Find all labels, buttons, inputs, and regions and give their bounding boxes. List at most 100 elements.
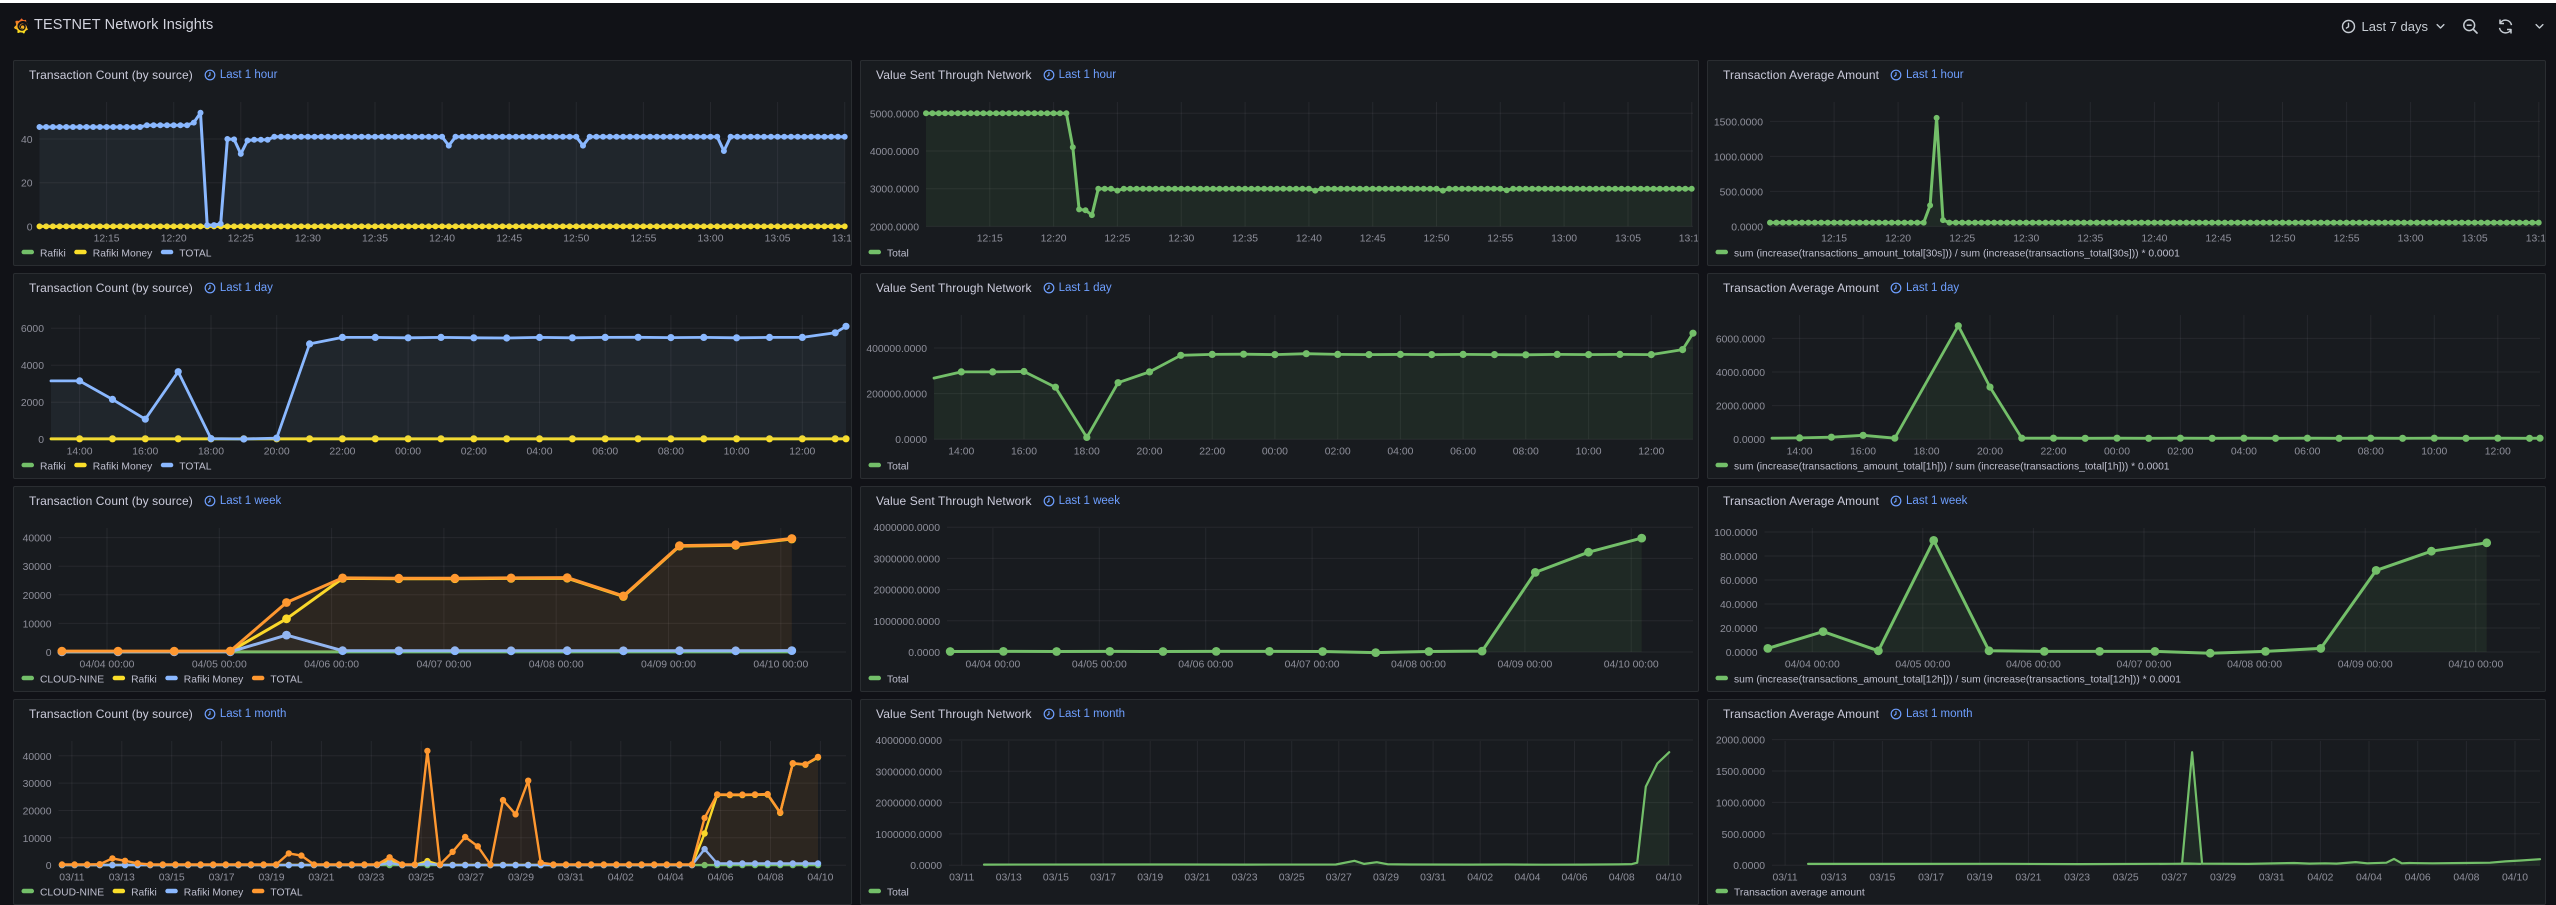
svg-text:12:25: 12:25 <box>1104 234 1130 245</box>
svg-text:12:30: 12:30 <box>295 234 321 245</box>
svg-text:Rafiki Money: Rafiki Money <box>93 462 153 473</box>
svg-text:03/31: 03/31 <box>2259 873 2285 884</box>
svg-text:04/10 00:00: 04/10 00:00 <box>753 660 808 671</box>
svg-text:2000000.0000: 2000000.0000 <box>874 586 941 597</box>
svg-text:4000000.0000: 4000000.0000 <box>874 523 941 534</box>
svg-text:3000000.0000: 3000000.0000 <box>874 554 941 565</box>
svg-text:Total: Total <box>887 462 909 473</box>
svg-text:03/19: 03/19 <box>258 873 284 884</box>
svg-text:04/10 00:00: 04/10 00:00 <box>1604 660 1659 671</box>
svg-text:Rafiki: Rafiki <box>40 249 66 260</box>
svg-text:03/19: 03/19 <box>1967 873 1993 884</box>
svg-text:03/27: 03/27 <box>1326 873 1352 884</box>
svg-text:12:40: 12:40 <box>1296 234 1322 245</box>
svg-text:03/31: 03/31 <box>1420 873 1446 884</box>
svg-text:13:05: 13:05 <box>765 234 791 245</box>
svg-text:06:00: 06:00 <box>2294 447 2320 458</box>
svg-text:500.0000: 500.0000 <box>1720 187 1764 198</box>
svg-text:CLOUD-NINE: CLOUD-NINE <box>40 888 104 899</box>
svg-text:03/23: 03/23 <box>1231 873 1257 884</box>
svg-text:TOTAL: TOTAL <box>270 675 303 686</box>
svg-text:0.0000: 0.0000 <box>1731 222 1763 233</box>
svg-text:20:00: 20:00 <box>1136 447 1162 458</box>
svg-text:3000000.0000: 3000000.0000 <box>876 767 943 778</box>
svg-text:12:15: 12:15 <box>977 234 1003 245</box>
svg-text:18:00: 18:00 <box>198 447 224 458</box>
svg-text:0.0000: 0.0000 <box>1733 435 1765 446</box>
svg-text:12:45: 12:45 <box>1360 234 1386 245</box>
svg-text:03/15: 03/15 <box>159 873 185 884</box>
svg-text:0.0000: 0.0000 <box>1733 861 1765 872</box>
svg-text:12:45: 12:45 <box>2205 234 2231 245</box>
svg-text:04/06: 04/06 <box>708 873 734 884</box>
svg-text:12:55: 12:55 <box>2334 234 2360 245</box>
svg-text:04/08 00:00: 04/08 00:00 <box>529 660 584 671</box>
svg-text:04/10: 04/10 <box>2502 873 2528 884</box>
svg-text:13:05: 13:05 <box>1615 234 1641 245</box>
svg-text:03/27: 03/27 <box>2161 873 2187 884</box>
svg-text:13:00: 13:00 <box>697 234 723 245</box>
svg-text:14:00: 14:00 <box>67 447 93 458</box>
svg-text:Rafiki Money: Rafiki Money <box>184 675 244 686</box>
svg-text:2000.0000: 2000.0000 <box>1716 402 1765 413</box>
svg-text:18:00: 18:00 <box>1914 447 1940 458</box>
svg-text:4000: 4000 <box>21 361 44 372</box>
svg-text:03/11: 03/11 <box>949 873 974 884</box>
svg-text:12:50: 12:50 <box>2269 234 2295 245</box>
svg-text:03/13: 03/13 <box>996 873 1022 884</box>
svg-text:sum (increase(transactions_amo: sum (increase(transactions_amount_total[… <box>1734 249 2180 260</box>
svg-text:03/23: 03/23 <box>2064 873 2090 884</box>
svg-text:13:10: 13:10 <box>2526 234 2546 245</box>
svg-text:03/21: 03/21 <box>2015 873 2041 884</box>
svg-text:sum (increase(transactions_amo: sum (increase(transactions_amount_total[… <box>1734 675 2181 686</box>
svg-text:12:40: 12:40 <box>2141 234 2167 245</box>
svg-text:08:00: 08:00 <box>658 447 684 458</box>
svg-text:12:30: 12:30 <box>2013 234 2039 245</box>
svg-text:04/08: 04/08 <box>757 873 783 884</box>
svg-text:14:00: 14:00 <box>948 447 974 458</box>
svg-text:04:00: 04:00 <box>1387 447 1413 458</box>
svg-text:03/25: 03/25 <box>408 873 434 884</box>
svg-text:06:00: 06:00 <box>592 447 618 458</box>
svg-text:04/08 00:00: 04/08 00:00 <box>1391 660 1446 671</box>
svg-text:04/04 00:00: 04/04 00:00 <box>1785 660 1840 671</box>
svg-text:04/02: 04/02 <box>2307 873 2333 884</box>
svg-text:0: 0 <box>46 861 52 872</box>
svg-text:18:00: 18:00 <box>1074 447 1100 458</box>
svg-text:12:50: 12:50 <box>563 234 589 245</box>
svg-text:1000.0000: 1000.0000 <box>1716 798 1765 809</box>
svg-text:60.0000: 60.0000 <box>1720 576 1758 587</box>
svg-text:Total: Total <box>887 888 909 899</box>
svg-text:04/07 00:00: 04/07 00:00 <box>1285 660 1340 671</box>
svg-text:2000: 2000 <box>21 398 44 409</box>
svg-text:04/02: 04/02 <box>1467 873 1493 884</box>
svg-text:03/25: 03/25 <box>2113 873 2139 884</box>
svg-text:04/08 00:00: 04/08 00:00 <box>2227 660 2282 671</box>
svg-text:5000.0000: 5000.0000 <box>870 109 919 120</box>
svg-text:08:00: 08:00 <box>1513 447 1539 458</box>
svg-text:2000.0000: 2000.0000 <box>1716 736 1765 747</box>
svg-text:12:35: 12:35 <box>2077 234 2103 245</box>
svg-text:04/05 00:00: 04/05 00:00 <box>1072 660 1127 671</box>
svg-text:12:50: 12:50 <box>1423 234 1449 245</box>
svg-text:04/04: 04/04 <box>658 873 684 884</box>
svg-text:13:05: 13:05 <box>2462 234 2488 245</box>
svg-text:04/08: 04/08 <box>1609 873 1635 884</box>
svg-text:12:15: 12:15 <box>94 234 120 245</box>
svg-text:10000: 10000 <box>23 834 52 845</box>
svg-text:TOTAL: TOTAL <box>270 888 303 899</box>
svg-text:06:00: 06:00 <box>1450 447 1476 458</box>
svg-text:04/10: 04/10 <box>807 873 833 884</box>
svg-text:10:00: 10:00 <box>1576 447 1602 458</box>
svg-text:200000.0000: 200000.0000 <box>866 390 927 401</box>
svg-text:12:00: 12:00 <box>2485 447 2511 458</box>
svg-text:12:15: 12:15 <box>1821 234 1847 245</box>
svg-text:04/07 00:00: 04/07 00:00 <box>2117 660 2172 671</box>
svg-text:03/29: 03/29 <box>1373 873 1399 884</box>
svg-text:03/11: 03/11 <box>1772 873 1797 884</box>
svg-text:04:00: 04:00 <box>2231 447 2257 458</box>
svg-text:500.0000: 500.0000 <box>1722 830 1766 841</box>
svg-text:03/17: 03/17 <box>209 873 235 884</box>
svg-text:3000.0000: 3000.0000 <box>870 185 919 196</box>
svg-text:12:45: 12:45 <box>496 234 522 245</box>
